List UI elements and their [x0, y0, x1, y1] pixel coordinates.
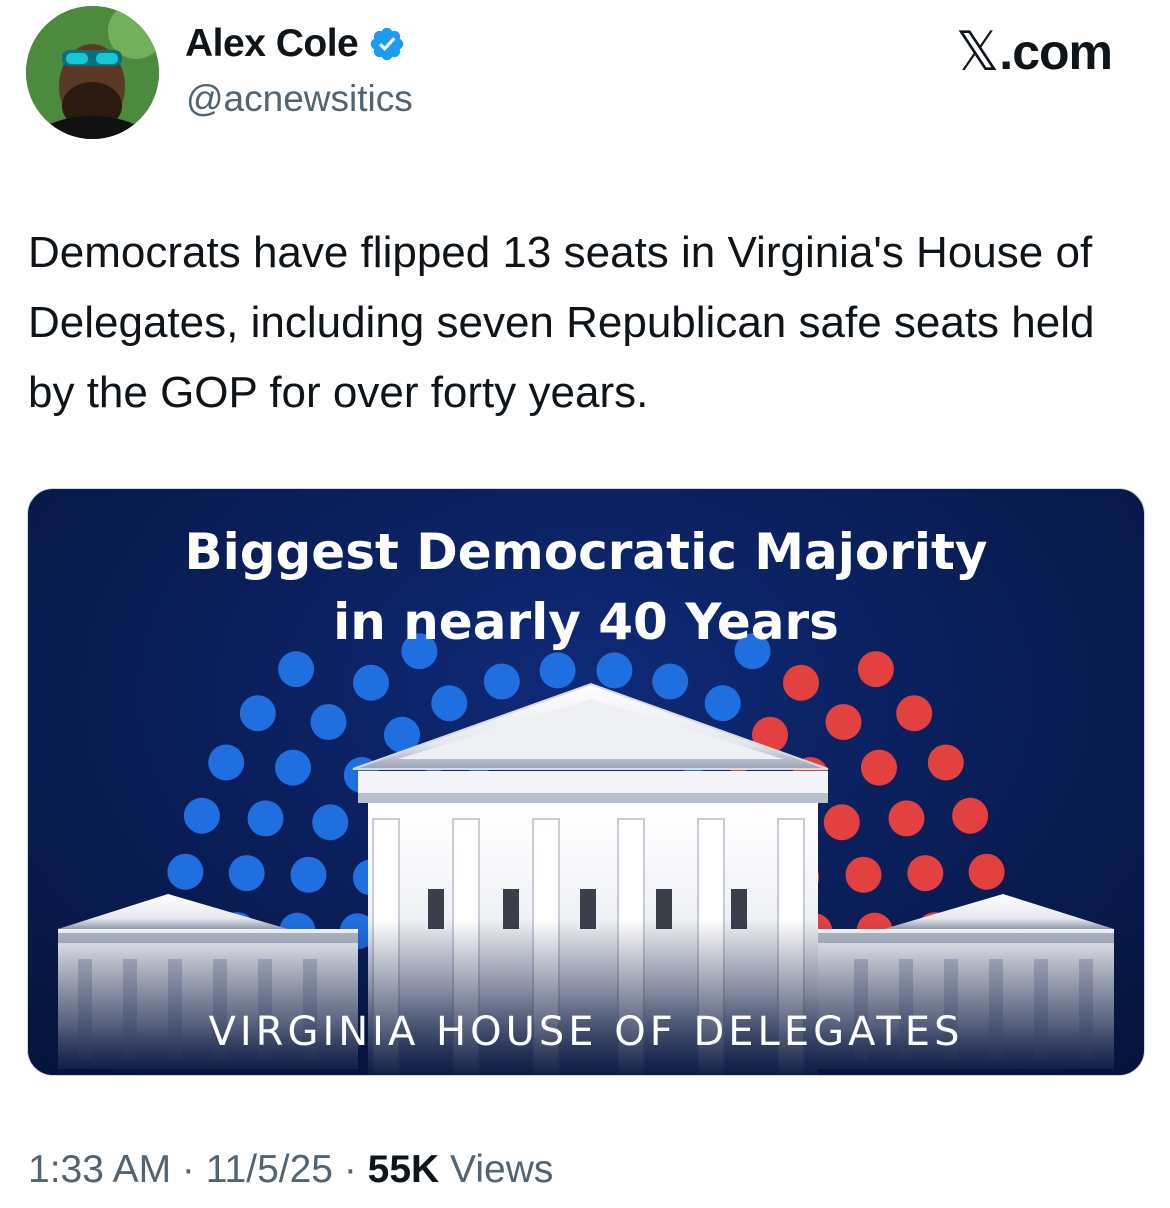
tweet-time[interactable]: 1:33 AM	[28, 1148, 171, 1191]
seat-dot	[275, 749, 311, 786]
seat-dot	[539, 652, 576, 689]
seat-dot	[310, 704, 347, 740]
seat-dot	[783, 664, 819, 701]
tweet-meta: 1:33 AM · 11/5/25 · 55K Views	[28, 1148, 553, 1192]
seat-dot	[167, 853, 204, 890]
views-label: Views	[439, 1148, 554, 1191]
seat-dot	[927, 744, 964, 781]
seat-dot	[228, 855, 265, 892]
x-domain-text: .com	[999, 23, 1113, 80]
seat-dot	[239, 695, 276, 732]
seat-dot	[312, 804, 349, 841]
author-name-text[interactable]: Alex Cole	[185, 22, 359, 66]
seat-dot	[857, 651, 894, 688]
seat-dot	[704, 685, 741, 722]
x-logo: 𝕏 .com	[955, 20, 1113, 83]
seat-dot	[353, 664, 389, 701]
seat-dot	[825, 704, 862, 740]
author-display-name[interactable]: Alex Cole	[185, 22, 406, 66]
x-icon: 𝕏	[955, 20, 1000, 83]
seat-dot	[290, 856, 327, 893]
meta-separator: ·	[333, 1148, 368, 1191]
avatar[interactable]	[26, 6, 159, 139]
tweet-text: Democrats have flipped 13 seats in Virgi…	[28, 228, 1095, 417]
tweet-image[interactable]: Biggest Democratic Majority in nearly 40…	[27, 488, 1145, 1076]
seat-dot	[952, 797, 989, 834]
seat-dot	[183, 797, 220, 834]
capitol-graphic: Biggest Democratic Majority in nearly 40…	[28, 523, 1144, 1075]
meta-separator: ·	[171, 1148, 206, 1191]
seat-dot	[208, 744, 245, 781]
headline-line-1: Biggest Democratic Majority	[184, 523, 987, 581]
seat-dot	[861, 749, 897, 786]
seat-dot	[823, 804, 860, 841]
seat-dot	[907, 855, 944, 892]
seat-dot	[845, 856, 882, 893]
footer-label: VIRGINIA HOUSE OF DELEGATES	[209, 1009, 964, 1055]
views-count: 55K	[367, 1148, 440, 1191]
seat-dot	[596, 652, 633, 689]
verified-badge-icon	[368, 25, 406, 63]
seat-dot	[968, 853, 1005, 890]
seat-dot	[896, 695, 933, 732]
author-handle[interactable]: @acnewsitics	[186, 78, 413, 120]
seat-dot	[483, 663, 520, 700]
seat-dot	[247, 800, 284, 837]
headline-line-2: in nearly 40 Years	[333, 593, 839, 651]
tweet-date[interactable]: 11/5/25	[206, 1148, 333, 1191]
seat-dot	[888, 800, 925, 837]
seat-dot	[431, 685, 468, 722]
seat-dot	[652, 663, 689, 700]
seat-dot	[278, 651, 315, 688]
